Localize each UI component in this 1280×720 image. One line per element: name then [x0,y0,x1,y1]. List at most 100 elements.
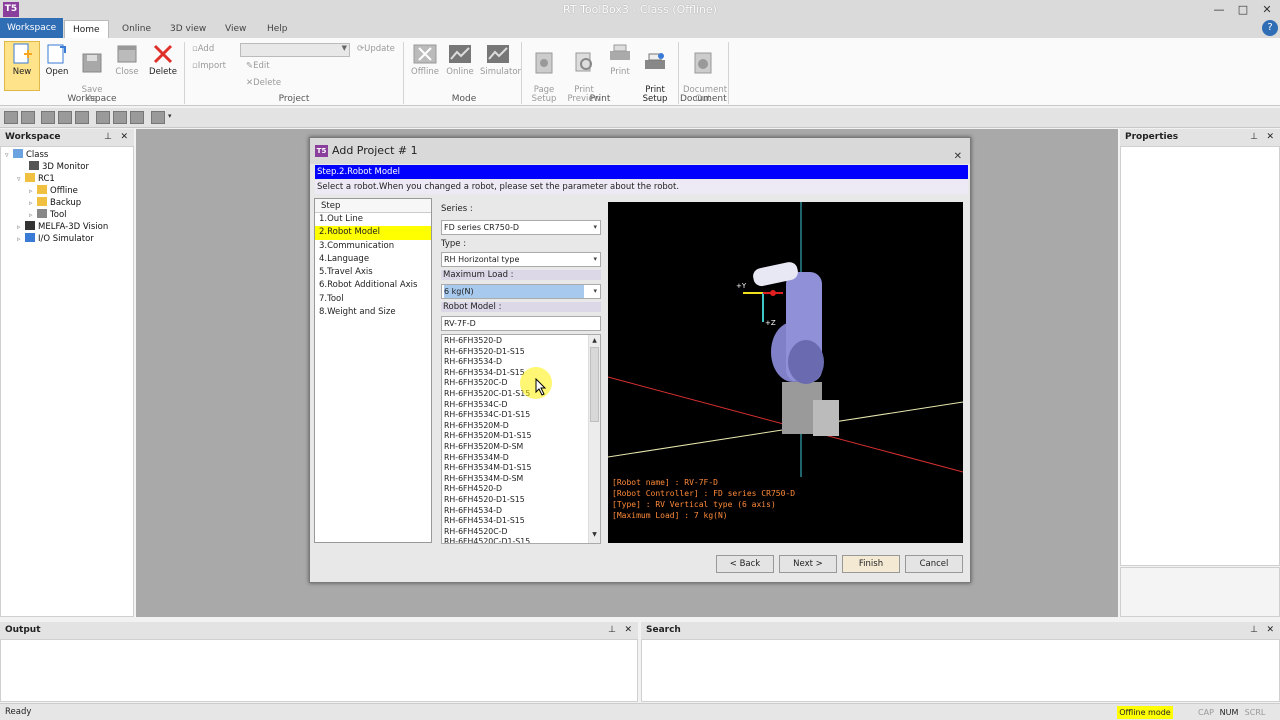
step-item[interactable]: 8.Weight and Size [315,306,431,319]
import-button[interactable]: ▫Import [192,61,226,71]
model-list-item[interactable]: RH-6FH4534-D1-S15 [442,516,600,527]
model-list-item[interactable]: RH-6FH3534-D [442,357,600,368]
tab-3d-view[interactable]: 3D view [162,20,214,38]
model-list-item[interactable]: RH-6FH3534C-D [442,400,600,411]
tree-item-rc1[interactable]: ▿ RC1 [17,173,55,184]
toolbar-tile-icon[interactable] [113,111,127,124]
model-list-item[interactable]: RH-6FH3534C-D1-S15 [442,410,600,421]
toolbar-online-icon[interactable] [58,111,72,124]
tab-help[interactable]: Help [259,20,296,38]
close-icon[interactable]: ✕ [624,622,632,639]
close-icon[interactable]: ✕ [120,129,128,146]
expand-icon[interactable]: ▹ [29,199,37,207]
toolbar-save-icon[interactable] [4,111,18,124]
tree-item-melfa-3d-vision[interactable]: ▹ MELFA-3D Vision [17,221,108,232]
step-item[interactable]: 7.Tool [315,293,431,306]
step-item[interactable]: 1.Out Line [315,213,431,226]
new-button[interactable]: New [4,41,40,91]
print-setup-button[interactable]: Print Setup [637,42,673,104]
pin-icon[interactable]: ⊥ [608,622,616,639]
step-item[interactable]: 4.Language [315,253,431,266]
collapse-icon[interactable]: ▿ [17,175,25,183]
maxload-select[interactable]: 6 kg(N) ▾ [441,284,601,299]
tree-item-tool[interactable]: ▹ Tool [29,209,67,220]
series-select[interactable]: FD series CR750-D ▾ [441,220,601,235]
model-list-item[interactable]: RH-6FH4520C-D1-S15 [442,537,600,543]
tab-online[interactable]: Online [114,20,159,38]
model-list-item[interactable]: RH-6FH4520-D [442,484,600,495]
minimize-button[interactable]: — [1208,2,1230,18]
tree-item-3d-monitor[interactable]: 3D Monitor [29,161,89,172]
tab-workspace[interactable]: Workspace [0,18,64,38]
pin-icon[interactable]: ⊥ [104,129,112,146]
model-list-item[interactable]: RH-6FH3534M-D1-S15 [442,463,600,474]
toolbar-search-icon[interactable] [151,111,165,124]
edit-button[interactable]: ✎Edit [246,61,270,71]
step-item[interactable]: 6.Robot Additional Axis [315,279,431,292]
model-list-item[interactable]: RH-6FH3520M-D [442,421,600,432]
step-item[interactable]: 5.Travel Axis [315,266,431,279]
step-item[interactable]: 3.Communication [315,240,431,253]
expand-icon[interactable]: ▹ [29,211,37,219]
print-button[interactable]: Print [602,42,638,77]
back-button[interactable]: < Back [716,555,774,573]
delete-project-button[interactable]: ✕Delete [246,78,281,88]
expand-icon[interactable]: ▹ [17,223,25,231]
close-project-button[interactable]: Close [109,42,145,77]
tree-item-offline[interactable]: ▹ Offline [29,185,78,196]
next-button[interactable]: Next > [779,555,837,573]
toolbar-window-icon[interactable] [96,111,110,124]
toolbar-dropdown-icon[interactable]: ▾ [168,112,172,120]
scroll-up-icon[interactable]: ▲ [589,337,600,347]
toolbar-offline-icon[interactable] [41,111,55,124]
online-button[interactable]: Online [442,42,478,77]
maximize-button[interactable]: □ [1232,2,1254,18]
model-list-item[interactable]: RH-6FH4534-D [442,506,600,517]
robot-model-list[interactable]: RH-6FH3520-D RH-6FH3520-D1-S15 RH-6FH3534-… [441,334,601,544]
close-icon[interactable]: ✕ [1266,129,1274,146]
scroll-down-icon[interactable]: ▼ [589,531,600,541]
tab-home[interactable]: Home [64,20,109,38]
add-button[interactable]: ▫Add [192,44,214,54]
toolbar-print-icon[interactable] [21,111,35,124]
step-instruction: Select a robot.When you changed a robot,… [315,180,968,194]
model-list-item[interactable]: RH-6FH3520M-D1-S15 [442,431,600,442]
cancel-button[interactable]: Cancel [905,555,963,573]
offline-button[interactable]: Offline [407,42,443,77]
robot-3d-viewer[interactable]: +Y +Z [Robot name] : RV-7F-D [Robot Cont… [607,202,964,543]
model-list-item[interactable]: RH-6FH3534M-D [442,453,600,464]
toolbar-cascade-icon[interactable] [130,111,144,124]
tab-view[interactable]: View [217,20,254,38]
delete-button[interactable]: Delete [145,42,181,77]
project-combo[interactable]: ▼ [240,43,350,57]
help-icon[interactable]: ? [1262,20,1278,36]
toolbar-simulator-icon[interactable] [75,111,89,124]
model-list-item[interactable]: RH-6FH3520-D1-S15 [442,347,600,358]
update-button[interactable]: ⟳Update [357,44,395,54]
finish-button[interactable]: Finish [842,555,900,573]
open-button[interactable]: Open [39,42,75,77]
pin-icon[interactable]: ⊥ [1250,129,1258,146]
model-list-scrollbar[interactable]: ▲ ▼ [588,335,600,543]
model-list-item[interactable]: RH-6FH4520C-D [442,527,600,538]
page-setup-button[interactable]: Page Setup [526,42,562,104]
model-list-item[interactable]: RH-6FH3520-D [442,336,600,347]
new-icon [13,43,32,64]
close-icon[interactable]: ✕ [1266,622,1274,639]
model-list-item[interactable]: RH-6FH3534M-D-SM [442,474,600,485]
tree-item-io-simulator[interactable]: ▹ I/O Simulator [17,233,94,244]
expand-icon[interactable]: ▹ [29,187,37,195]
step-item-selected[interactable]: 2.Robot Model [315,226,431,240]
collapse-icon[interactable]: ▿ [5,151,13,159]
close-window-button[interactable]: ✕ [1256,2,1278,18]
pin-icon[interactable]: ⊥ [1250,622,1258,639]
simulator-button[interactable]: Simulator [480,42,521,77]
robot-model-field[interactable]: RV-7F-D [441,316,601,331]
type-select[interactable]: RH Horizontal type ▾ [441,252,601,267]
expand-icon[interactable]: ▹ [17,235,25,243]
tree-item-backup[interactable]: ▹ Backup [29,197,81,208]
tree-item-class[interactable]: ▿ Class [5,149,48,160]
model-list-item[interactable]: RH-6FH4520-D1-S15 [442,495,600,506]
scroll-thumb[interactable] [590,347,599,422]
model-list-item[interactable]: RH-6FH3520M-D-SM [442,442,600,453]
